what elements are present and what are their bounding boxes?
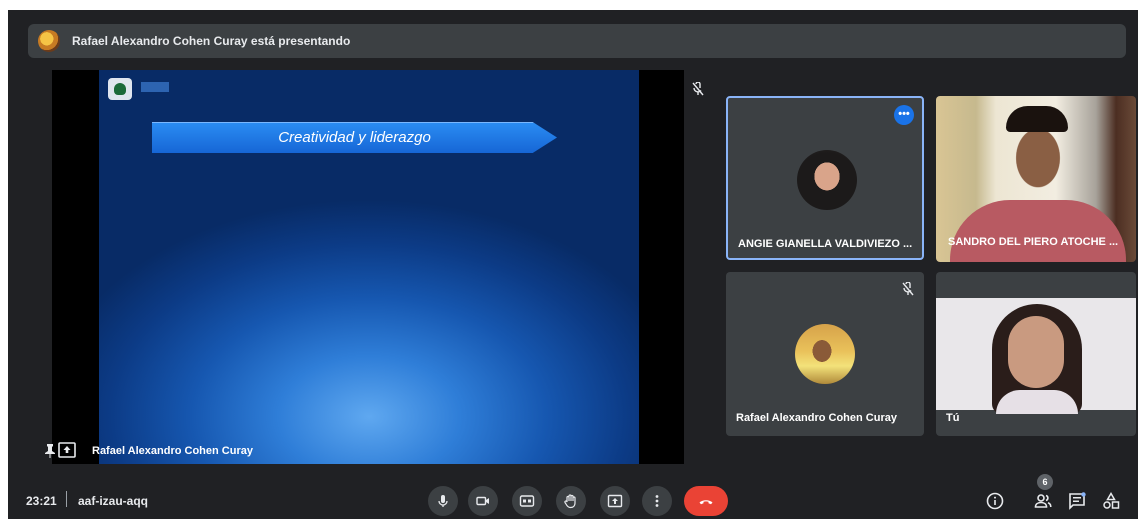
camera-button[interactable] [468, 486, 498, 516]
raise-hand-button[interactable] [556, 486, 586, 516]
logo-text-graphic [141, 82, 169, 92]
leave-call-button[interactable] [684, 486, 728, 516]
participant-hair [1006, 106, 1068, 132]
more-options-button[interactable] [642, 486, 672, 516]
presenting-text: Rafael Alexandro Cohen Curay está presen… [72, 34, 351, 48]
mic-off-icon [902, 282, 914, 296]
shared-slide: Creatividad y liderazgo [99, 70, 639, 464]
present-icon [607, 494, 623, 508]
mic-icon [438, 495, 448, 507]
people-icon [1034, 494, 1052, 508]
participant-name: SANDRO DEL PIERO ATOCHE ... [948, 236, 1119, 248]
meeting-code: aaf-izau-aqq [78, 494, 149, 508]
raise-hand-icon [564, 494, 576, 509]
participant-count-badge: 6 [1037, 474, 1053, 490]
participant-tile-self[interactable]: Tú [936, 272, 1136, 436]
participant-name: Rafael Alexandro Cohen Curay [736, 412, 897, 424]
activities-icon [1103, 492, 1120, 509]
chat-icon [1069, 492, 1086, 510]
present-now-button[interactable] [600, 486, 630, 516]
control-bar: 23:21 aaf-izau-aqq 6 [8, 474, 1138, 518]
participant-tile-angie[interactable]: ••• ANGIE GIANELLA VALDIVIEZO ... [726, 96, 924, 260]
divider [66, 491, 67, 507]
presentation-icon [58, 442, 76, 458]
meeting-details-button[interactable] [984, 490, 1006, 512]
avatar [795, 324, 855, 384]
presenter-name-label: Rafael Alexandro Cohen Curay [92, 445, 253, 457]
more-options-button[interactable]: ••• [894, 105, 914, 125]
participant-tile-sandro[interactable]: SANDRO DEL PIERO ATOCHE ... [936, 96, 1136, 262]
participant-name: ANGIE GIANELLA VALDIVIEZO ... [738, 238, 913, 250]
slide-title-banner: Creatividad y liderazgo [152, 122, 557, 153]
chat-button[interactable] [1066, 490, 1088, 512]
mic-off-icon [692, 82, 704, 96]
captions-button[interactable] [512, 486, 542, 516]
school-logo [108, 78, 132, 100]
participant-name: Tú [946, 412, 960, 424]
info-icon [986, 492, 1004, 510]
captions-icon [519, 495, 535, 507]
show-everyone-button[interactable] [1032, 490, 1054, 512]
activities-button[interactable] [1100, 490, 1122, 512]
presentation-stage[interactable]: Creatividad y liderazgo Rafael Alexandro… [45, 70, 684, 464]
avatar [797, 150, 857, 210]
participant-video [950, 200, 1126, 262]
presenting-banner: Rafael Alexandro Cohen Curay está presen… [28, 24, 1126, 58]
participant-tile-rafael[interactable]: Rafael Alexandro Cohen Curay [726, 272, 924, 436]
self-shirt [996, 390, 1078, 414]
camera-icon [476, 496, 489, 506]
presenter-avatar [38, 30, 60, 52]
meeting-time: 23:21 [26, 494, 57, 508]
meet-window: Rafael Alexandro Cohen Curay está presen… [8, 10, 1138, 519]
mic-button[interactable] [428, 486, 458, 516]
end-call-icon [699, 500, 713, 505]
self-video [936, 298, 1136, 414]
self-face [1008, 316, 1064, 388]
pin-icon[interactable] [44, 444, 56, 458]
slide-title: Creatividad y liderazgo [278, 129, 431, 146]
more-vert-icon [655, 495, 659, 507]
